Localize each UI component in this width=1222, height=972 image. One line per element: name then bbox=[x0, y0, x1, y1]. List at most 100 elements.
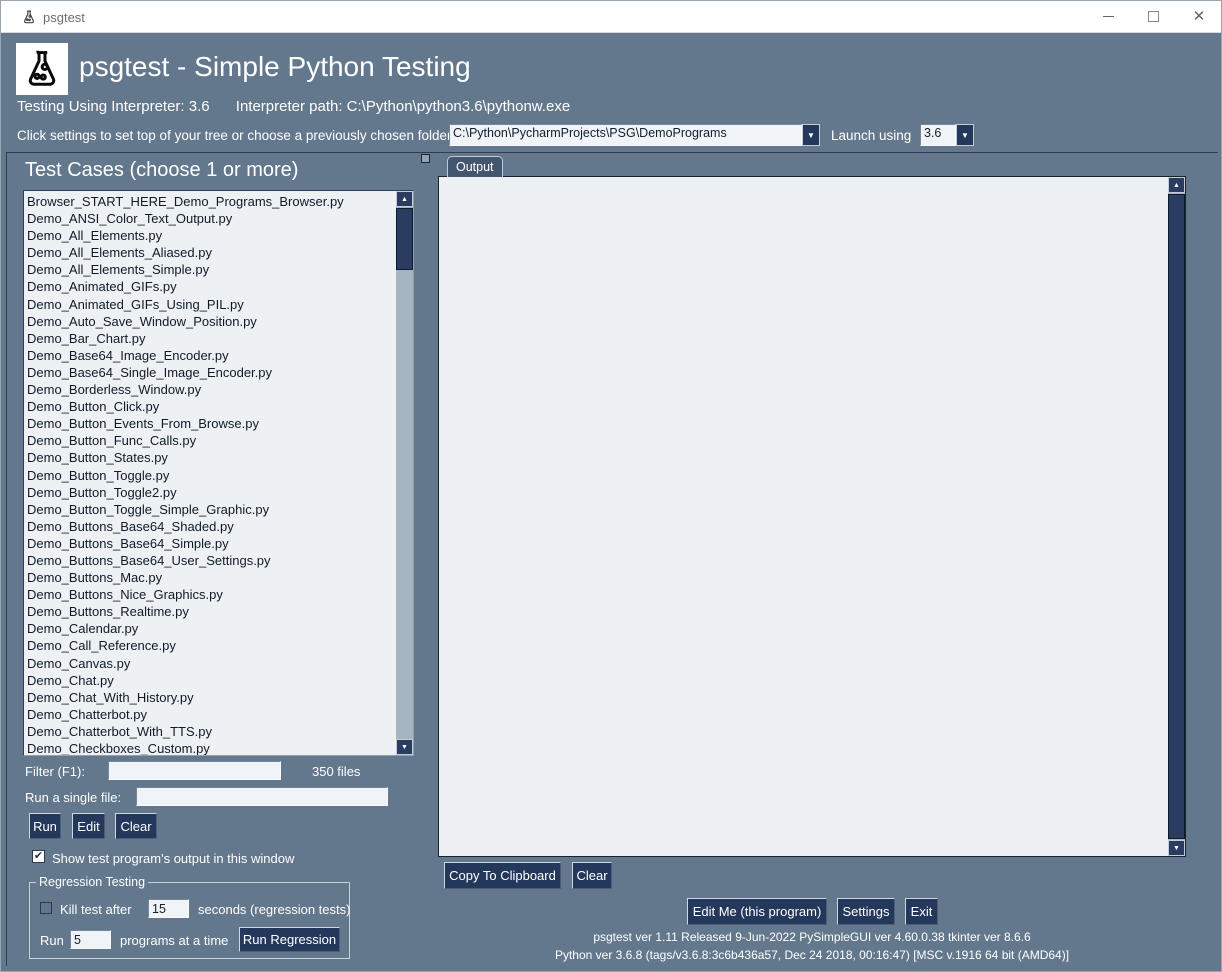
list-item[interactable]: Demo_Checkboxes_Custom.py bbox=[27, 740, 395, 756]
list-item[interactable]: Demo_Buttons_Mac.py bbox=[27, 569, 395, 586]
kill-seconds-input[interactable] bbox=[148, 899, 189, 918]
list-item[interactable]: Demo_Chat.py bbox=[27, 672, 395, 689]
run-count-input[interactable] bbox=[70, 930, 111, 949]
settings-button[interactable]: Settings bbox=[837, 898, 895, 925]
test-case-listbox[interactable]: Browser_START_HERE_Demo_Programs_Browser… bbox=[23, 190, 414, 756]
regression-frame-title: Regression Testing bbox=[36, 875, 148, 889]
kill-test-label: Kill test after bbox=[60, 902, 132, 917]
output-panel[interactable]: ▲ ▼ bbox=[438, 176, 1186, 857]
launch-combo-arrow[interactable]: ▼ bbox=[956, 124, 974, 146]
check-icon: ✔ bbox=[34, 851, 43, 862]
list-item[interactable]: Demo_Button_States.py bbox=[27, 449, 395, 466]
tab-output[interactable]: Output bbox=[447, 156, 503, 177]
pane-sash-handle[interactable] bbox=[421, 154, 430, 163]
maximize-button[interactable] bbox=[1131, 1, 1175, 32]
kill-test-checkbox[interactable] bbox=[40, 902, 52, 914]
list-item[interactable]: Demo_Buttons_Base64_User_Settings.py bbox=[27, 552, 395, 569]
scroll-down-icon: ▼ bbox=[401, 744, 408, 751]
list-item[interactable]: Browser_START_HERE_Demo_Programs_Browser… bbox=[27, 193, 395, 210]
app-flask-icon bbox=[21, 9, 37, 25]
scroll-down-button[interactable]: ▼ bbox=[396, 739, 413, 755]
list-item[interactable]: Demo_Chatterbot.py bbox=[27, 706, 395, 723]
single-file-input[interactable] bbox=[136, 787, 388, 806]
scroll-up-button[interactable]: ▲ bbox=[1168, 177, 1185, 193]
app-window: psgtest ✕ psgtest - Simple Python Testin… bbox=[0, 0, 1222, 972]
filter-count-label: 350 files bbox=[312, 764, 360, 779]
scroll-up-icon: ▲ bbox=[1173, 182, 1180, 189]
list-item[interactable]: Demo_Chat_With_History.py bbox=[27, 689, 395, 706]
filter-input[interactable] bbox=[108, 761, 281, 780]
exit-button[interactable]: Exit bbox=[905, 898, 938, 925]
list-item[interactable]: Demo_Call_Reference.py bbox=[27, 637, 395, 654]
status-line-1: psgtest ver 1.11 Released 9-Jun-2022 PyS… bbox=[438, 930, 1186, 944]
list-item[interactable]: Demo_Animated_GIFs_Using_PIL.py bbox=[27, 296, 395, 313]
run-regression-button[interactable]: Run Regression bbox=[239, 927, 340, 952]
scroll-up-button[interactable]: ▲ bbox=[396, 191, 413, 207]
folder-combo[interactable]: C:\Python\PycharmProjects\PSG\DemoProgra… bbox=[449, 124, 820, 146]
list-item[interactable]: Demo_Base64_Single_Image_Encoder.py bbox=[27, 364, 395, 381]
scrollbar-thumb[interactable] bbox=[1168, 194, 1185, 839]
list-item[interactable]: Demo_Bar_Chart.py bbox=[27, 330, 395, 347]
output-scrollbar[interactable]: ▲ ▼ bbox=[1168, 177, 1185, 856]
chevron-down-icon: ▼ bbox=[807, 131, 815, 140]
output-clear-button[interactable]: Clear bbox=[572, 862, 612, 889]
folder-combo-value[interactable]: C:\Python\PycharmProjects\PSG\DemoProgra… bbox=[449, 124, 802, 146]
single-file-label: Run a single file: bbox=[25, 790, 121, 805]
list-item[interactable]: Demo_ANSI_Color_Text_Output.py bbox=[27, 210, 395, 227]
copy-to-clipboard-button[interactable]: Copy To Clipboard bbox=[444, 862, 561, 889]
launch-version-combo[interactable]: 3.6 ▼ bbox=[920, 124, 974, 146]
output-text[interactable] bbox=[443, 180, 1165, 853]
list-item[interactable]: Demo_Button_Func_Calls.py bbox=[27, 432, 395, 449]
interpreter-version: Testing Using Interpreter: 3.6 bbox=[17, 98, 210, 115]
close-button[interactable]: ✕ bbox=[1177, 1, 1221, 32]
minimize-icon bbox=[1103, 16, 1114, 17]
titlebar: psgtest ✕ bbox=[1, 1, 1221, 33]
listbox-scrollbar[interactable]: ▲ ▼ bbox=[396, 191, 413, 755]
interpreter-path: Interpreter path: C:\Python\python3.6\py… bbox=[236, 98, 570, 115]
list-item[interactable]: Demo_Base64_Image_Encoder.py bbox=[27, 347, 395, 364]
list-item[interactable]: Demo_All_Elements_Aliased.py bbox=[27, 244, 395, 261]
show-output-label: Show test program's output in this windo… bbox=[52, 851, 294, 866]
list-item[interactable]: Demo_Button_Toggle.py bbox=[27, 467, 395, 484]
scroll-up-icon: ▲ bbox=[401, 196, 408, 203]
test-case-list: Browser_START_HERE_Demo_Programs_Browser… bbox=[27, 193, 395, 755]
list-item[interactable]: Demo_Canvas.py bbox=[27, 655, 395, 672]
filter-label: Filter (F1): bbox=[25, 764, 85, 779]
list-item[interactable]: Demo_Buttons_Realtime.py bbox=[27, 603, 395, 620]
list-item[interactable]: Demo_Buttons_Base64_Shaded.py bbox=[27, 518, 395, 535]
list-item[interactable]: Demo_Button_Toggle_Simple_Graphic.py bbox=[27, 501, 395, 518]
window-title: psgtest bbox=[43, 10, 85, 25]
list-item[interactable]: Demo_Auto_Save_Window_Position.py bbox=[27, 313, 395, 330]
app-logo bbox=[16, 43, 68, 95]
run-button[interactable]: Run bbox=[29, 813, 61, 839]
list-item[interactable]: Demo_Button_Toggle2.py bbox=[27, 484, 395, 501]
interpreter-line: Testing Using Interpreter: 3.6 Interpret… bbox=[17, 98, 570, 115]
list-item[interactable]: Demo_Animated_GIFs.py bbox=[27, 278, 395, 295]
launch-version-value[interactable]: 3.6 bbox=[920, 124, 956, 146]
minimize-button[interactable] bbox=[1086, 1, 1130, 32]
list-item[interactable]: Demo_All_Elements.py bbox=[27, 227, 395, 244]
scroll-down-button[interactable]: ▼ bbox=[1168, 840, 1185, 856]
scrollbar-thumb[interactable] bbox=[396, 208, 413, 270]
show-output-checkbox[interactable]: ✔ bbox=[32, 850, 45, 863]
clear-button[interactable]: Clear bbox=[115, 813, 157, 839]
list-item[interactable]: Demo_All_Elements_Simple.py bbox=[27, 261, 395, 278]
list-item[interactable]: Demo_Chatterbot_With_TTS.py bbox=[27, 723, 395, 740]
pane-divider-left bbox=[6, 152, 7, 966]
edit-me-button[interactable]: Edit Me (this program) bbox=[687, 898, 827, 925]
close-icon: ✕ bbox=[1193, 9, 1206, 24]
chevron-down-icon: ▼ bbox=[961, 131, 969, 140]
status-line-2: Python ver 3.6.8 (tags/v3.6.8:3c6b436a57… bbox=[438, 948, 1186, 962]
list-item[interactable]: Demo_Button_Click.py bbox=[27, 398, 395, 415]
list-item[interactable]: Demo_Calendar.py bbox=[27, 620, 395, 637]
list-item[interactable]: Demo_Button_Events_From_Browse.py bbox=[27, 415, 395, 432]
folder-combo-arrow[interactable]: ▼ bbox=[802, 124, 820, 146]
list-item[interactable]: Demo_Buttons_Nice_Graphics.py bbox=[27, 586, 395, 603]
edit-button[interactable]: Edit bbox=[72, 813, 105, 839]
pane-divider-top bbox=[6, 152, 1218, 153]
scroll-down-icon: ▼ bbox=[1173, 845, 1180, 852]
list-item[interactable]: Demo_Borderless_Window.py bbox=[27, 381, 395, 398]
run-count-label: Run bbox=[40, 933, 64, 948]
list-item[interactable]: Demo_Buttons_Base64_Simple.py bbox=[27, 535, 395, 552]
regression-frame: Regression Testing Kill test after secon… bbox=[29, 882, 350, 959]
